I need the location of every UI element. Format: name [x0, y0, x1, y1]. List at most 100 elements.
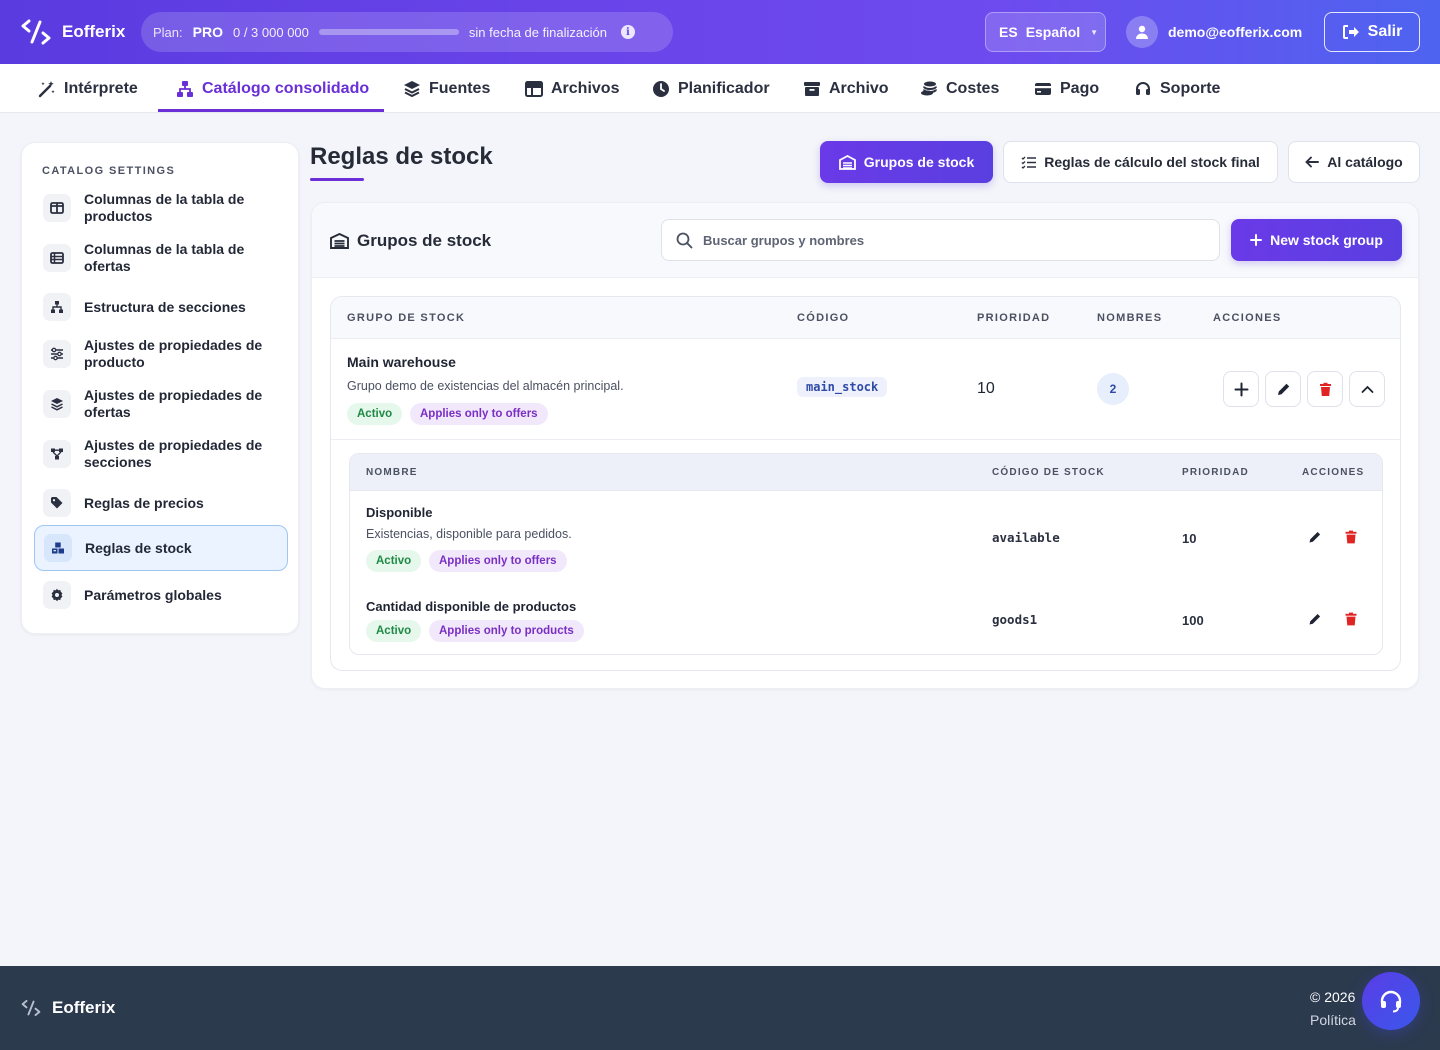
brand-logo[interactable]: Eofferix [20, 18, 125, 46]
info-icon[interactable]: i [620, 25, 635, 39]
main-nav: Intérprete Catálogo consolidado Fuentes … [0, 64, 1440, 113]
add-name-button[interactable] [1223, 371, 1259, 407]
sidebar-item-section-structure[interactable]: Estructura de secciones [34, 289, 288, 325]
panel-title-text: Grupos de stock [357, 231, 492, 250]
headset-icon [1380, 990, 1402, 1013]
footer-brand[interactable]: Eofferix [20, 998, 115, 1018]
nav-label: Soporte [1160, 79, 1221, 97]
plus-icon [1234, 382, 1248, 396]
edit-group-button[interactable] [1265, 371, 1301, 407]
scope-badge: Applies only to products [429, 620, 584, 642]
sidebar-item-label: Reglas de stock [85, 539, 192, 556]
nav-item-pago[interactable]: Pago [1034, 64, 1099, 113]
edit-name-button[interactable] [1307, 529, 1323, 545]
nav-item-archivos[interactable]: Archivos [525, 64, 619, 113]
plan-end-date: sin fecha de finalización [468, 24, 607, 40]
panel-title: Grupos de stock [330, 231, 491, 251]
status-badge: Activo [347, 403, 403, 425]
nav-label: Catálogo consolidado [202, 79, 370, 97]
search-input[interactable] [703, 232, 1183, 248]
nav-label: Fuentes [429, 79, 491, 97]
stock-code: available [992, 530, 1060, 545]
collapse-group-button[interactable] [1349, 371, 1385, 407]
new-stock-group-button[interactable]: New stock group [1231, 219, 1402, 261]
pencil-icon [1309, 532, 1321, 543]
sitemap-icon [43, 293, 71, 321]
sidebar-item-price-rules[interactable]: Reglas de precios [34, 485, 288, 521]
sign-out-icon [1342, 25, 1359, 39]
user-menu[interactable]: demo@eofferix.com [1126, 16, 1302, 48]
logout-label: Salir [1367, 23, 1403, 40]
edit-name-button[interactable] [1307, 611, 1323, 627]
nav-item-planificador[interactable]: Planificador [652, 64, 770, 113]
nav-label: Archivo [829, 79, 889, 97]
language-selector[interactable]: ES Español ▼ [985, 12, 1106, 52]
nav-label: Archivos [551, 79, 620, 97]
delete-name-button[interactable] [1343, 529, 1359, 545]
stock-priority: 100 [1182, 613, 1204, 628]
magic-wand-icon [38, 80, 55, 97]
sidebar-item-label: Ajustes de propiedades de producto [84, 337, 263, 370]
sidebar-item-section-properties[interactable]: Ajustes de propiedades de secciones [34, 435, 288, 473]
copyright: © 2026 [1310, 989, 1356, 1005]
nav-item-costes[interactable]: Costes [920, 64, 999, 113]
stock-name-description: Existencias, disponible para pedidos. [366, 527, 572, 541]
active-tab-indicator [158, 109, 384, 112]
support-chat-button[interactable] [1362, 972, 1420, 1030]
sidebar-title: CATALOG SETTINGS [42, 165, 176, 177]
logout-button[interactable]: Salir [1324, 12, 1420, 52]
stock-groups-table: GRUPO DE STOCK CÓDIGO PRIORIDAD NOMBRES … [330, 296, 1401, 671]
language-name: Español [1025, 24, 1081, 40]
layers-icon [404, 80, 420, 97]
sidebar-item-global-parameters[interactable]: Parámetros globales [34, 577, 288, 613]
sidebar-item-offer-columns[interactable]: Columnas de la tabla de ofertas [34, 239, 288, 277]
diagram-icon [43, 440, 71, 468]
language-code: ES [999, 24, 1018, 40]
delete-name-button[interactable] [1343, 611, 1359, 627]
policy-link[interactable]: Política [1310, 1012, 1356, 1028]
avatar [1126, 16, 1158, 48]
nav-label: Intérprete [64, 79, 138, 97]
plan-status: Plan: PRO 0 / 3 000 000 sin fecha de fin… [141, 12, 673, 52]
final-stock-rules-button[interactable]: Reglas de cálculo del stock final [1003, 141, 1278, 183]
scope-badge: Applies only to offers [410, 403, 548, 425]
table-header: GRUPO DE STOCK CÓDIGO PRIORIDAD NOMBRES … [331, 297, 1400, 339]
user-email: demo@eofferix.com [1168, 24, 1303, 40]
sidebar-item-stock-rules[interactable]: Reglas de stock [34, 525, 288, 571]
column-header: GRUPO DE STOCK [347, 312, 466, 324]
trash-icon [1319, 382, 1331, 396]
nav-item-fuentes[interactable]: Fuentes [403, 64, 490, 113]
sidebar-item-product-columns[interactable]: Columnas de la tabla de productos [34, 189, 288, 227]
sidebar-item-offer-properties[interactable]: Ajustes de propiedades de ofertas [34, 385, 288, 423]
plan-label: Plan: [153, 24, 183, 40]
stock-code: goods1 [992, 612, 1038, 627]
search-box[interactable] [661, 219, 1220, 261]
brand-name: Eofferix [62, 22, 126, 41]
tags-icon [43, 489, 71, 517]
nav-item-interprete[interactable]: Intérprete [38, 64, 138, 113]
status-badge: Activo [366, 550, 422, 572]
panel-header: Grupos de stock New stock group [312, 203, 1418, 278]
archive-icon [804, 81, 820, 96]
nav-item-catalogo[interactable]: Catálogo consolidado [176, 64, 369, 113]
sub-table-header: NOMBRE CÓDIGO DE STOCK PRIORIDAD ACCIONE… [350, 454, 1382, 491]
delete-group-button[interactable] [1307, 371, 1343, 407]
back-to-catalog-button[interactable]: Al catálogo [1288, 141, 1420, 183]
sidebar-item-label: Ajustes de propiedades de ofertas [84, 387, 263, 420]
stock-priority: 10 [1182, 531, 1197, 546]
cubes-icon [44, 534, 72, 562]
column-header: PRIORIDAD [1182, 467, 1249, 478]
column-header: CÓDIGO DE STOCK [992, 467, 1105, 478]
sitemap-icon [177, 80, 193, 97]
stock-groups-label: Grupos de stock [863, 154, 975, 170]
sidebar-item-product-properties[interactable]: Ajustes de propiedades de producto [34, 335, 288, 373]
top-bar: Eofferix Plan: PRO 0 / 3 000 000 sin fec… [0, 0, 1440, 64]
gear-icon [43, 581, 71, 609]
nav-label: Pago [1060, 79, 1100, 97]
clock-icon [653, 80, 669, 97]
stock-groups-button[interactable]: Grupos de stock [820, 141, 993, 183]
sidebar-item-label: Columnas de la tabla de productos [84, 191, 245, 224]
nav-item-soporte[interactable]: Soporte [1134, 64, 1220, 113]
divider [331, 439, 1400, 440]
nav-item-archivo[interactable]: Archivo [803, 64, 889, 113]
